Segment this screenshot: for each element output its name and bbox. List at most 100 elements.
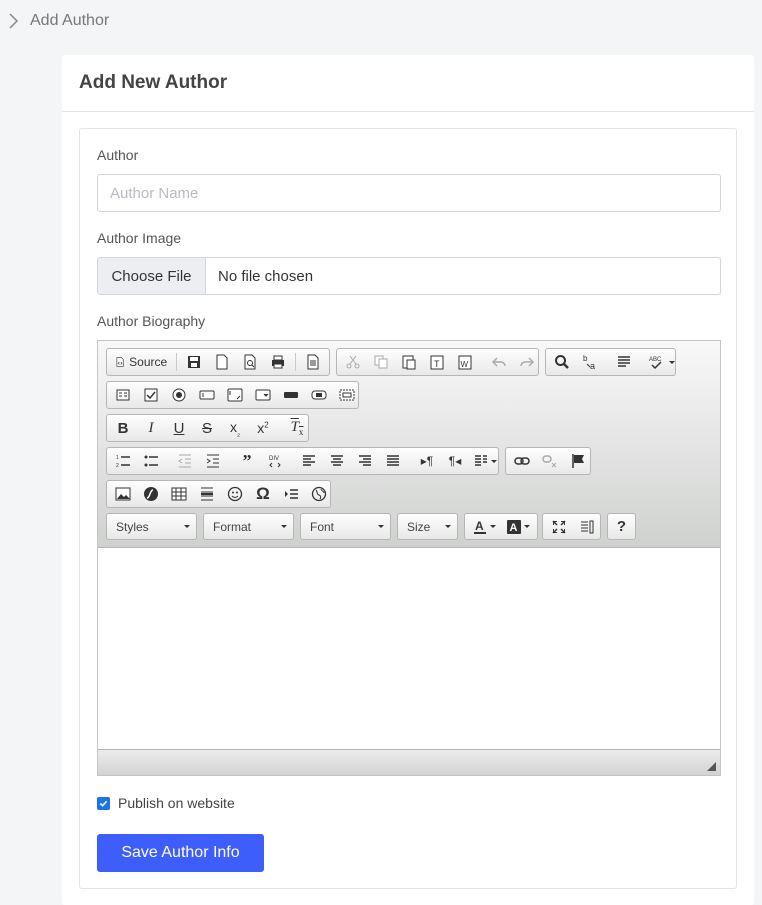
new-page-button[interactable] — [210, 351, 234, 373]
maximize-button[interactable] — [547, 516, 571, 538]
align-right-button[interactable] — [353, 450, 377, 472]
numbered-list-button[interactable]: 12 — [111, 450, 135, 472]
subscript-button[interactable]: x₂ — [223, 417, 247, 439]
redo-button[interactable] — [515, 351, 539, 373]
button-field-button[interactable] — [279, 384, 303, 406]
text-direction-ltr-button[interactable]: ▸¶ — [415, 450, 439, 472]
replace-button[interactable]: ba — [578, 351, 602, 373]
div-container-button[interactable]: DIV — [263, 450, 287, 472]
horizontal-line-icon — [201, 487, 213, 501]
table-icon — [171, 487, 187, 501]
numbered-list-icon: 12 — [116, 455, 130, 469]
checkbox-button[interactable] — [139, 384, 163, 406]
flash-button[interactable] — [139, 483, 163, 505]
font-dropdown[interactable]: Font — [300, 513, 391, 540]
svg-text:DIV: DIV — [269, 456, 279, 462]
publish-checkbox[interactable] — [97, 796, 110, 810]
radio-button[interactable] — [167, 384, 191, 406]
toolbar-group-insert: Ω — [106, 480, 331, 508]
anchor-button[interactable] — [566, 450, 590, 472]
resize-handle-icon[interactable] — [707, 762, 716, 771]
undo-button[interactable] — [487, 351, 511, 373]
iframe-globe-icon — [311, 486, 327, 502]
toolbar-group-clipboard: T W — [336, 348, 539, 376]
anchor-flag-icon — [572, 454, 584, 468]
form-button[interactable] — [111, 384, 135, 406]
select-all-button[interactable] — [612, 351, 636, 373]
underline-icon: U — [173, 419, 185, 437]
toolbar-separator — [295, 353, 297, 371]
select-field-button[interactable] — [251, 384, 275, 406]
format-dropdown[interactable]: Format — [203, 513, 294, 540]
italic-button[interactable]: I — [139, 417, 163, 439]
spellcheck-button[interactable]: ABC — [646, 351, 676, 373]
textfield-button[interactable] — [195, 384, 219, 406]
bold-button[interactable]: B — [111, 417, 135, 439]
font-dropdown-label: Font — [310, 519, 335, 534]
show-blocks-button[interactable] — [575, 516, 599, 538]
svg-text:a: a — [590, 361, 595, 370]
cut-button[interactable] — [341, 351, 365, 373]
size-dropdown[interactable]: Size — [397, 513, 458, 540]
special-character-button[interactable]: Ω — [251, 483, 275, 505]
justify-button[interactable] — [381, 450, 405, 472]
outdent-button[interactable] — [173, 450, 197, 472]
unlink-button[interactable] — [538, 450, 562, 472]
align-center-button[interactable] — [325, 450, 349, 472]
smiley-button[interactable] — [223, 483, 247, 505]
paste-button[interactable] — [397, 351, 421, 373]
image-button[interactable] — [111, 483, 135, 505]
textarea-button[interactable] — [223, 384, 247, 406]
publish-checkbox-row[interactable]: Publish on website — [97, 795, 235, 811]
about-button[interactable]: ? — [612, 516, 632, 538]
superscript-button[interactable]: x2 — [251, 417, 275, 439]
save-author-button[interactable]: Save Author Info — [97, 834, 264, 872]
link-button[interactable] — [510, 450, 534, 472]
unlink-icon — [542, 455, 557, 468]
background-color-button[interactable]: A — [503, 516, 533, 538]
author-name-input[interactable] — [97, 174, 721, 212]
iframe-button[interactable] — [307, 483, 331, 505]
text-direction-rtl-button[interactable]: ¶◂ — [443, 450, 467, 472]
copy-button[interactable] — [369, 351, 393, 373]
indent-button[interactable] — [201, 450, 225, 472]
outdent-icon — [178, 454, 191, 468]
flash-icon — [144, 487, 158, 501]
undo-icon — [491, 357, 506, 367]
choose-file-button[interactable]: Choose File — [98, 258, 206, 294]
text-color-button[interactable]: A — [469, 516, 499, 538]
templates-button[interactable] — [301, 351, 325, 373]
remove-format-button[interactable]: Tx — [285, 417, 309, 439]
image-button-field-button[interactable] — [307, 384, 331, 406]
bulleted-list-button[interactable] — [139, 450, 163, 472]
editor-content-area[interactable] — [98, 549, 720, 749]
breadcrumb-label[interactable]: Add Author — [30, 12, 109, 30]
author-image-file-input[interactable]: Choose File No file chosen — [97, 257, 721, 295]
horizontal-line-button[interactable] — [195, 483, 219, 505]
language-button[interactable] — [471, 450, 499, 472]
find-button[interactable] — [550, 351, 574, 373]
blockquote-button[interactable]: ” — [235, 450, 259, 472]
paste-text-button[interactable]: T — [425, 351, 449, 373]
author-biography-label: Author Biography — [97, 313, 206, 329]
show-blocks-icon — [581, 520, 594, 533]
toolbar-group-links — [505, 447, 591, 475]
align-left-button[interactable] — [297, 450, 321, 472]
table-button[interactable] — [167, 483, 191, 505]
maximize-icon — [552, 519, 566, 534]
print-button[interactable] — [266, 351, 290, 373]
styles-dropdown[interactable]: Styles — [106, 513, 197, 540]
save-button[interactable] — [182, 351, 206, 373]
page-break-button[interactable] — [279, 483, 303, 505]
source-button[interactable]: Source — [111, 351, 171, 373]
templates-icon — [307, 354, 319, 370]
hidden-field-button[interactable] — [335, 384, 359, 406]
copy-icon — [374, 355, 388, 369]
paste-word-button[interactable]: W — [453, 351, 477, 373]
editor-toolbar: Source T W b a ABC B I U S x₂ x2 Tx 1 2 … — [98, 341, 720, 548]
preview-button[interactable] — [238, 351, 262, 373]
bold-icon: B — [117, 419, 129, 437]
underline-button[interactable]: U — [167, 417, 191, 439]
strikethrough-button[interactable]: S — [195, 417, 219, 439]
svg-text:A: A — [510, 522, 518, 534]
